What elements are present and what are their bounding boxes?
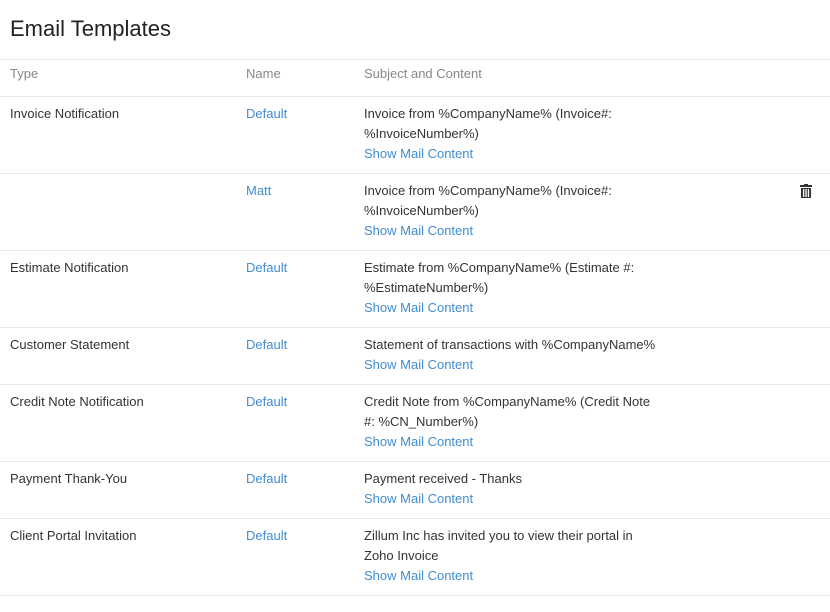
show-mail-content-link[interactable]: Show Mail Content bbox=[364, 491, 473, 506]
template-subject: Statement of transactions with %CompanyN… bbox=[364, 337, 656, 352]
template-name-link[interactable]: Matt bbox=[246, 183, 271, 198]
header-type: Type bbox=[10, 65, 39, 81]
template-subject: Estimate from %CompanyName% (Estimate #:… bbox=[364, 260, 635, 295]
template-type bbox=[0, 174, 246, 250]
header-name: Name bbox=[246, 65, 281, 81]
template-type: Credit Note Notification bbox=[10, 394, 144, 409]
template-type: Payment Thank-You bbox=[10, 471, 128, 486]
trash-icon[interactable] bbox=[800, 184, 812, 198]
show-mail-content-link[interactable]: Show Mail Content bbox=[364, 434, 473, 449]
template-type: Client Portal Invitation bbox=[10, 528, 137, 543]
template-subject: Payment received - Thanks bbox=[364, 471, 522, 486]
table-row: Customer Statement Default Statement of … bbox=[0, 328, 830, 385]
table-row: Matt Invoice from %CompanyName% (Invoice… bbox=[0, 174, 830, 251]
template-type: Estimate Notification bbox=[10, 260, 129, 275]
template-name-link[interactable]: Default bbox=[246, 471, 287, 486]
template-subject: Zillum Inc has invited you to view their… bbox=[364, 528, 633, 563]
show-mail-content-link[interactable]: Show Mail Content bbox=[364, 568, 473, 583]
template-subject: Credit Note from %CompanyName% (Credit N… bbox=[364, 394, 651, 429]
template-name-link[interactable]: Default bbox=[246, 337, 287, 352]
table-row: Credit Note Notification Default Credit … bbox=[0, 385, 830, 462]
template-subject: Invoice from %CompanyName% (Invoice#: %I… bbox=[364, 106, 612, 141]
table-row: Client Portal Invitation Default Zillum … bbox=[0, 519, 830, 596]
table-row: Payment Thank-You Default Payment receiv… bbox=[0, 462, 830, 519]
page-title: Email Templates bbox=[0, 0, 830, 60]
template-name-link[interactable]: Default bbox=[246, 394, 287, 409]
table-row: Invoice Notification Default Invoice fro… bbox=[0, 97, 830, 174]
template-type: Customer Statement bbox=[10, 337, 130, 352]
table-header: Type Name Subject and Content bbox=[0, 60, 830, 97]
show-mail-content-link[interactable]: Show Mail Content bbox=[364, 300, 473, 315]
header-subject: Subject and Content bbox=[364, 65, 482, 81]
template-name-link[interactable]: Default bbox=[246, 106, 287, 121]
show-mail-content-link[interactable]: Show Mail Content bbox=[364, 357, 473, 372]
template-name-link[interactable]: Default bbox=[246, 260, 287, 275]
email-templates-table: Type Name Subject and Content Invoice No… bbox=[0, 60, 830, 596]
template-name-link[interactable]: Default bbox=[246, 528, 287, 543]
template-subject: Invoice from %CompanyName% (Invoice#: %I… bbox=[364, 183, 612, 218]
show-mail-content-link[interactable]: Show Mail Content bbox=[364, 146, 473, 161]
show-mail-content-link[interactable]: Show Mail Content bbox=[364, 223, 473, 238]
table-row: Estimate Notification Default Estimate f… bbox=[0, 251, 830, 328]
template-type: Invoice Notification bbox=[10, 106, 120, 121]
